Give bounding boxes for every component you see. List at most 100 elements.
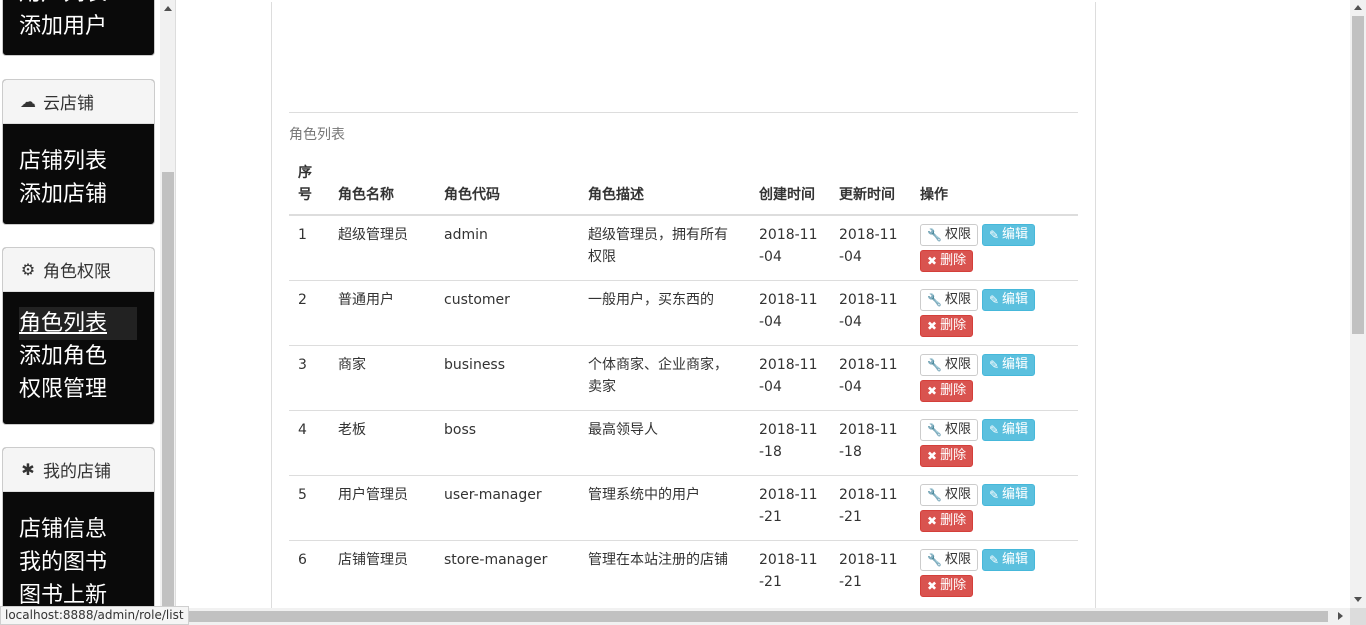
sidebar-link-shop-list[interactable]: 店铺列表	[19, 145, 154, 178]
permission-button-label: 权限	[944, 292, 971, 307]
cell-no: 3	[289, 345, 329, 411]
table-caption: 角色列表	[289, 127, 345, 143]
scrollbar-corner	[1350, 608, 1366, 625]
panel-shop-heading[interactable]: ☁ 云店铺	[3, 80, 154, 124]
close-icon: ✖	[927, 384, 938, 398]
cell-actions: 🔧 权限 ✎ 编辑 ✖ 删除	[911, 540, 1078, 605]
delete-button[interactable]: ✖ 删除	[920, 250, 974, 272]
main-content: 角色列表 序号 角色名称 角色代码 角色描述 创建时间 更新时间 操作 1 超级管…	[176, 0, 1350, 608]
permission-button-label: 权限	[944, 357, 971, 372]
edit-button-label: 编辑	[1002, 487, 1029, 502]
permission-button[interactable]: 🔧 权限	[920, 549, 978, 571]
delete-button[interactable]: ✖ 删除	[920, 380, 974, 402]
permission-button-label: 权限	[944, 227, 971, 242]
permission-button[interactable]: 🔧 权限	[920, 484, 978, 506]
delete-button-label: 删除	[940, 448, 967, 463]
cell-updated: 2018-11-21	[830, 475, 911, 541]
wrench-icon: 🔧	[927, 553, 942, 567]
edit-button[interactable]: ✎ 编辑	[981, 549, 1036, 571]
cell-code: admin	[435, 214, 579, 281]
edit-button-label: 编辑	[1002, 227, 1029, 242]
pencil-icon: ✎	[988, 358, 1000, 372]
sidebar-link-add-shop[interactable]: 添加店铺	[19, 178, 154, 211]
pencil-icon: ✎	[988, 228, 1000, 242]
cell-name: 普通用户	[329, 280, 435, 346]
cell-no: 4	[289, 410, 329, 476]
page-scroll-thumb[interactable]	[1352, 16, 1364, 334]
delete-button[interactable]: ✖ 删除	[920, 445, 974, 467]
cell-updated: 2018-11-18	[830, 410, 911, 476]
cell-name: 老板	[329, 410, 435, 476]
cell-desc: 超级管理员，拥有所有权限	[579, 214, 750, 281]
cell-code: store-manager	[435, 540, 579, 605]
cell-actions: 🔧 权限 ✎ 编辑 ✖ 删除	[911, 214, 1078, 281]
cell-actions: 🔧 权限 ✎ 编辑 ✖ 删除	[911, 345, 1078, 411]
action-group: 🔧 权限 ✎ 编辑 ✖ 删除	[920, 549, 1050, 597]
edit-button-label: 编辑	[1002, 357, 1029, 372]
scroll-up-arrow-icon[interactable]	[1354, 5, 1362, 10]
panel-role-title: 角色权限	[43, 262, 111, 282]
permission-button[interactable]: 🔧 权限	[920, 289, 978, 311]
sidebar-link-add-role[interactable]: 添加角色	[19, 340, 154, 373]
edit-button[interactable]: ✎ 编辑	[981, 419, 1036, 441]
delete-button[interactable]: ✖ 删除	[920, 315, 974, 337]
page-vertical-scrollbar[interactable]	[1350, 0, 1366, 608]
cell-updated: 2018-11-04	[830, 345, 911, 411]
permission-button[interactable]: 🔧 权限	[920, 224, 978, 246]
sidebar-link-my-books[interactable]: 我的图书	[19, 546, 154, 579]
delete-button[interactable]: ✖ 删除	[920, 510, 974, 532]
delete-button-label: 删除	[940, 513, 967, 528]
col-header-updated: 更新时间	[830, 154, 911, 216]
asterisk-icon: ✱	[21, 460, 35, 479]
cell-no: 2	[289, 280, 329, 346]
wrench-icon: 🔧	[927, 293, 942, 307]
close-icon: ✖	[927, 449, 938, 463]
table-row: 5 用户管理员 user-manager 管理系统中的用户 2018-11-21 2018…	[289, 475, 1078, 541]
panel-shop-title: 云店铺	[43, 94, 94, 114]
wrench-icon: 🔧	[927, 358, 942, 372]
cell-no: 5	[289, 475, 329, 541]
col-header-no: 序号	[289, 154, 329, 216]
edit-button-label: 编辑	[1002, 422, 1029, 437]
panel-myshop: ✱ 我的店铺 店铺信息 我的图书 图书上新	[2, 447, 155, 608]
cell-code: boss	[435, 410, 579, 476]
sidebar-link-role-list[interactable]: 角色列表	[19, 307, 137, 340]
sidebar-link-add-user[interactable]: 添加用户	[19, 10, 154, 43]
delete-button[interactable]: ✖ 删除	[920, 575, 974, 597]
panel-role-heading[interactable]: ⚙ 角色权限	[3, 248, 154, 292]
edit-button[interactable]: ✎ 编辑	[981, 289, 1036, 311]
cell-actions: 🔧 权限 ✎ 编辑 ✖ 删除	[911, 410, 1078, 476]
scroll-up-arrow-icon[interactable]	[164, 6, 172, 11]
sidebar-scrollbar[interactable]	[160, 0, 175, 608]
permission-button[interactable]: 🔧 权限	[920, 419, 978, 441]
divider	[289, 112, 1078, 113]
page-horizontal-scrollbar[interactable]	[0, 608, 1350, 625]
table-row: 2 普通用户 customer 一般用户，买东西的 2018-11-04 2018-11-…	[289, 280, 1078, 346]
cell-name: 店铺管理员	[329, 540, 435, 605]
wrench-icon: 🔧	[927, 228, 942, 242]
sidebar-link-new-books[interactable]: 图书上新	[19, 579, 154, 608]
scroll-down-arrow-icon[interactable]	[1354, 597, 1362, 602]
table-row: 4 老板 boss 最高领导人 2018-11-18 2018-11-18 🔧 权限 ✎ 编辑 ✖ 删…	[289, 410, 1078, 476]
horizontal-scroll-thumb[interactable]	[178, 611, 1328, 622]
sidebar-scroll-thumb[interactable]	[162, 172, 174, 608]
cell-desc: 管理系统中的用户	[579, 475, 750, 541]
edit-button[interactable]: ✎ 编辑	[981, 484, 1036, 506]
action-group: 🔧 权限 ✎ 编辑 ✖ 删除	[920, 224, 1050, 272]
delete-button-label: 删除	[940, 383, 967, 398]
edit-button[interactable]: ✎ 编辑	[981, 224, 1036, 246]
cell-created: 2018-11-04	[750, 214, 830, 281]
edit-button-label: 编辑	[1002, 552, 1029, 567]
edit-button[interactable]: ✎ 编辑	[981, 354, 1036, 376]
permission-button[interactable]: 🔧 权限	[920, 354, 978, 376]
scroll-right-arrow-icon[interactable]	[1338, 612, 1343, 620]
sidebar-link-user-list[interactable]: 用户列表	[19, 0, 154, 10]
cell-desc: 最高领导人	[579, 410, 750, 476]
sidebar-link-shop-info[interactable]: 店铺信息	[19, 513, 154, 546]
cloud-icon: ☁	[20, 92, 36, 111]
action-group: 🔧 权限 ✎ 编辑 ✖ 删除	[920, 484, 1050, 532]
col-header-name: 角色名称	[329, 154, 435, 216]
sidebar-link-permission[interactable]: 权限管理	[19, 373, 154, 406]
panel-myshop-heading[interactable]: ✱ 我的店铺	[3, 448, 154, 492]
table-row: 1 超级管理员 admin 超级管理员，拥有所有权限 2018-11-04 2018-11…	[289, 214, 1078, 281]
